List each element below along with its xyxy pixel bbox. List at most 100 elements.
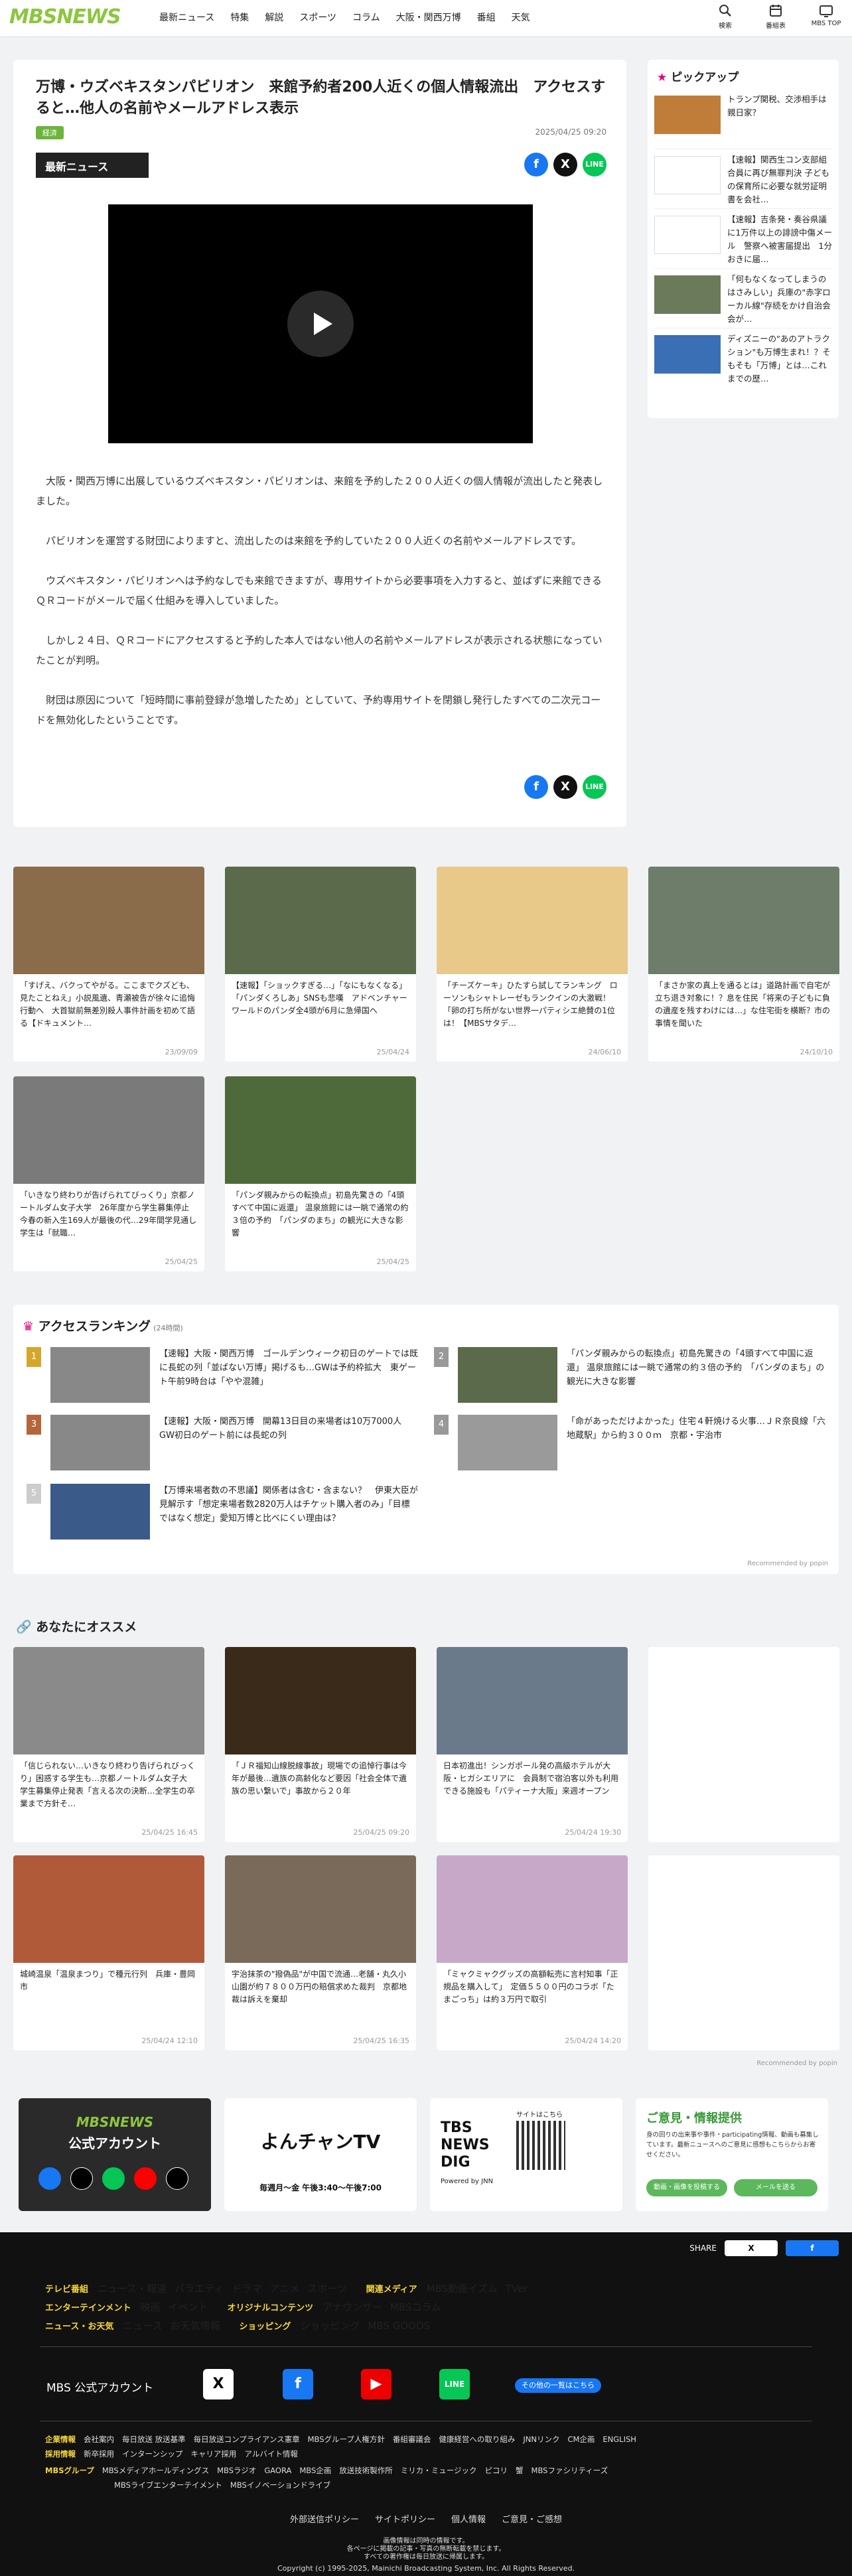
facebook-share-icon[interactable]: f <box>786 2240 839 2256</box>
site-header: MBSNEWS 最新ニュース 特集 解説 スポーツ コラム 大阪・関西万博 番組… <box>0 0 852 37</box>
recommend-card-image <box>437 1855 628 1963</box>
recommend-card[interactable]: 「ミャクミャクグッズの高額転売に言村知事「正規品を購入して」 定価５５００円のコ… <box>437 1855 628 2050</box>
line-icon[interactable]: LINE <box>439 2369 470 2399</box>
tbs-news-dig-banner[interactable]: TBS NEWS DIG Powered by JNN サイトはこちら <box>430 2098 622 2211</box>
news-card-image <box>648 867 839 974</box>
ranking-thumbnail <box>50 1347 150 1403</box>
pickup-item[interactable]: 【速報】関西生コン支部組合員に再び無罪判決 子どもの保育所に必要な就労証明書を会… <box>654 149 832 208</box>
nav-expo[interactable]: 大阪・関西万博 <box>396 11 461 24</box>
crown-icon: ♛ <box>23 1319 35 1334</box>
ranking-item[interactable]: 3 【速報】大阪・関西万博 開幕13日目の来場者は10万7000人 GW初日のゲー… <box>27 1415 418 1474</box>
video-player[interactable] <box>108 204 533 443</box>
post-video-button[interactable]: 動画・画像を投稿する <box>646 2179 727 2196</box>
play-icon[interactable] <box>287 291 354 357</box>
yonchan-tv-banner[interactable]: よんチャンTV 毎週月～金 午後3:40～午後7:00 <box>224 2098 417 2211</box>
popin-credit[interactable]: Recommended by popin <box>756 2060 837 2067</box>
facebook-share-icon[interactable]: f <box>524 775 548 799</box>
recommend-card[interactable]: 「ＪＲ福知山線脱線事故」現場での追悼行事は今年が最後…遺族の高齢化など要因「社会… <box>225 1647 416 1842</box>
news-card-image <box>437 867 628 974</box>
nav-column[interactable]: コラム <box>352 11 380 24</box>
ranking-thumbnail <box>50 1484 150 1539</box>
ranking-item[interactable]: 4 「命があっただけよかった」住宅４軒焼ける火事…ＪＲ奈良線「六地蔵駅」から約３０… <box>434 1415 825 1474</box>
ranking-item[interactable]: 1 【速報】大阪・関西万博 ゴールデンウィーク初日のゲートでは既に長蛇の列「並ばな… <box>27 1347 418 1407</box>
category-tag[interactable]: 経済 <box>36 126 64 139</box>
recommend-card-image <box>225 1647 416 1754</box>
footer-links-row1: テレビ番組 ニュース・報道 バラエティ ドラマ アニメ スポーツ 関連メディア MBS動画イ… <box>45 2283 528 2295</box>
recommend-card-image <box>13 1647 204 1754</box>
pickup-item[interactable]: 「何もなくなってしまうのはさみしい」兵庫の"赤字ローカル線"存続をかけ自治会会が… <box>654 268 832 328</box>
x-share-icon[interactable]: X <box>553 153 577 177</box>
footer-links-row2: エンターテインメント 映画 イベント オリジナルコンテンツ アナウンサー MBSコラム <box>45 2301 441 2313</box>
program-guide-button[interactable]: 番組表 <box>759 3 792 30</box>
mbs-top-button[interactable]: MBS TOP <box>810 3 843 30</box>
mbs-account-label: MBS 公式アカウント <box>46 2382 154 2395</box>
ranking-heading: ♛ アクセスランキング (24時間) <box>23 1319 183 1334</box>
search-icon <box>719 5 731 17</box>
popin-credit[interactable]: Recommended by popin <box>747 1560 828 1567</box>
facebook-icon[interactable] <box>38 2167 61 2190</box>
x-icon[interactable] <box>70 2167 93 2190</box>
recommend-card[interactable]: 「信じられない…いきなり終わり告げられびっくり」困惑する学生も…京都ノートルダム… <box>13 1647 204 1842</box>
nav-feature[interactable]: 特集 <box>230 11 249 24</box>
ranking-item[interactable]: 5 【万博来場者数の不思議】関係者は含む・含まない？ 伊東大臣が見解示す「想定来場… <box>27 1484 418 1543</box>
line-share-icon[interactable]: LINE <box>583 153 606 177</box>
other-accounts-button[interactable]: その他の一覧はこちら <box>515 2378 601 2393</box>
news-card[interactable]: 「いきなり終わりが告げられてびっくり」京都ノートルダム女子大学 26年度から学生… <box>13 1076 204 1271</box>
ranking-item[interactable]: 2 「パンダ親みからの転換点」初島先驚きの「4頭すべて中国に返還」 温泉旅館には一… <box>434 1347 825 1407</box>
news-card[interactable]: 【速報】「ショックすぎる…」「なにもなくなる」「パンダくろしあ」SNSも悲嘆 ア… <box>225 867 416 1062</box>
article-title: 万博・ウズベキスタンパビリオン 来館予約者200人近くの個人情報流出 アクセスす… <box>36 79 606 117</box>
news-card[interactable]: 「チーズケーキ」ひたすら試してランキング ローソンもシャトレーゼもランクインの大… <box>437 867 628 1062</box>
nav-program[interactable]: 番組 <box>477 11 496 24</box>
ranking-thumbnail <box>458 1415 557 1470</box>
calendar-icon <box>770 5 782 17</box>
news-card[interactable]: 「すげえ、バクってやがる。ここまでクズども、見たことねえ」小説風遺、青瀬被告が徐… <box>13 867 204 1062</box>
mbs-news-logo[interactable]: MBSNEWS <box>9 5 121 29</box>
pickup-item[interactable]: トランプ関税、交渉相手は親日家？ <box>654 89 832 149</box>
star-icon: ★ <box>657 71 668 84</box>
share-buttons-bottom: f X LINE <box>524 775 606 799</box>
article-paragraph: パビリオンを運営する財団によりますと、流出したのは来館を予約していた２００人近く… <box>46 535 582 547</box>
recommend-card-image <box>437 1647 628 1754</box>
recommend-card[interactable]: 宇治抹茶の"撥偽品"が中国で流通…老舗・丸久小山園が約７８００万円の賠償求めた裁… <box>225 1855 416 2050</box>
news-card-image <box>13 1076 204 1184</box>
recommend-card[interactable]: 日本初進出！シンガポール発の高級ホテルが大阪・ヒガシエリアに 会員制で宿泊客以外… <box>437 1647 628 1842</box>
global-nav: 最新ニュース 特集 解説 スポーツ コラム 大阪・関西万博 番組 天気 <box>159 11 530 24</box>
youtube-icon[interactable] <box>134 2167 157 2190</box>
pickup-item[interactable]: 【速報】吉条発・奏谷県議に1万件以上の誹謗中傷メール 警察へ被害届提出 1分おき… <box>654 208 832 268</box>
pickup-item[interactable]: ディズニーの"あのアトラクション"も万博生まれ！？そもそも「万博」とは…これまで… <box>654 328 832 388</box>
article-date: 2025/04/25 09:20 <box>535 127 606 137</box>
line-share-icon[interactable]: LINE <box>583 775 606 799</box>
tv-icon <box>819 5 833 17</box>
article-paragraph: ウズベキスタン・パビリオンへは予約なしでも来館できますが、専用サイトから必要事項… <box>36 575 602 607</box>
opinion-banner[interactable]: ご意見・情報提供 身の回りの出来事や事件・participating情報、動画も… <box>636 2098 828 2211</box>
recommend-card-empty <box>648 1647 839 1842</box>
line-icon[interactable] <box>102 2167 125 2190</box>
facebook-share-icon[interactable]: f <box>524 153 548 177</box>
news-card[interactable]: 「まさか家の真上を通るとは」道路計画で自宅が立ち退き対象に！？息を住民「将来の子… <box>648 867 839 1062</box>
nav-explain[interactable]: 解説 <box>265 11 283 24</box>
policy-links: 外部送信ポリシー サイトポリシー 個人情報 ご意見・ご感想 <box>289 2515 563 2525</box>
nav-latest[interactable]: 最新ニュース <box>159 11 214 24</box>
news-card-image <box>225 867 416 974</box>
pickup-thumbnail <box>654 156 721 194</box>
recommend-card[interactable]: 城崎温泉「温泉まつり」で種元行列 兵庫・豊岡市 25/04/24 12:10 <box>13 1855 204 2050</box>
news-card[interactable]: 「パンダ親みからの転換点」初島先驚きの「4頭すべて中国に返還」 温泉旅館には一眺… <box>225 1076 416 1271</box>
x-share-icon[interactable]: X <box>725 2240 778 2256</box>
x-share-icon[interactable]: X <box>553 775 577 799</box>
youtube-icon[interactable]: ▶ <box>361 2369 391 2399</box>
footer-notice: 画像情報は同時の情報です。 各ページに掲載の記事・写真の無断転載を禁じます。 すべて… <box>346 2538 506 2561</box>
link-icon: 🔗 <box>16 1620 32 1634</box>
send-mail-button[interactable]: メールを送る <box>734 2179 817 2196</box>
article-paragraph: しかし２４日、ＱＲコードにアクセスすると予約した本人ではない他人の名前やメールア… <box>36 634 603 666</box>
nav-weather[interactable]: 天気 <box>512 11 530 24</box>
tiktok-icon[interactable] <box>166 2167 188 2190</box>
facebook-icon[interactable]: f <box>283 2369 313 2399</box>
latest-news-band: 最新ニュース <box>36 153 149 178</box>
official-account-banner[interactable]: MBSNEWS 公式アカウント <box>19 2098 211 2211</box>
nav-sports[interactable]: スポーツ <box>299 11 336 24</box>
recommend-card-empty <box>648 1855 839 2050</box>
pickup-thumbnail <box>654 335 721 374</box>
x-icon[interactable]: X <box>203 2369 234 2399</box>
news-card-image <box>13 867 204 974</box>
search-button[interactable]: 検索 <box>709 3 742 30</box>
